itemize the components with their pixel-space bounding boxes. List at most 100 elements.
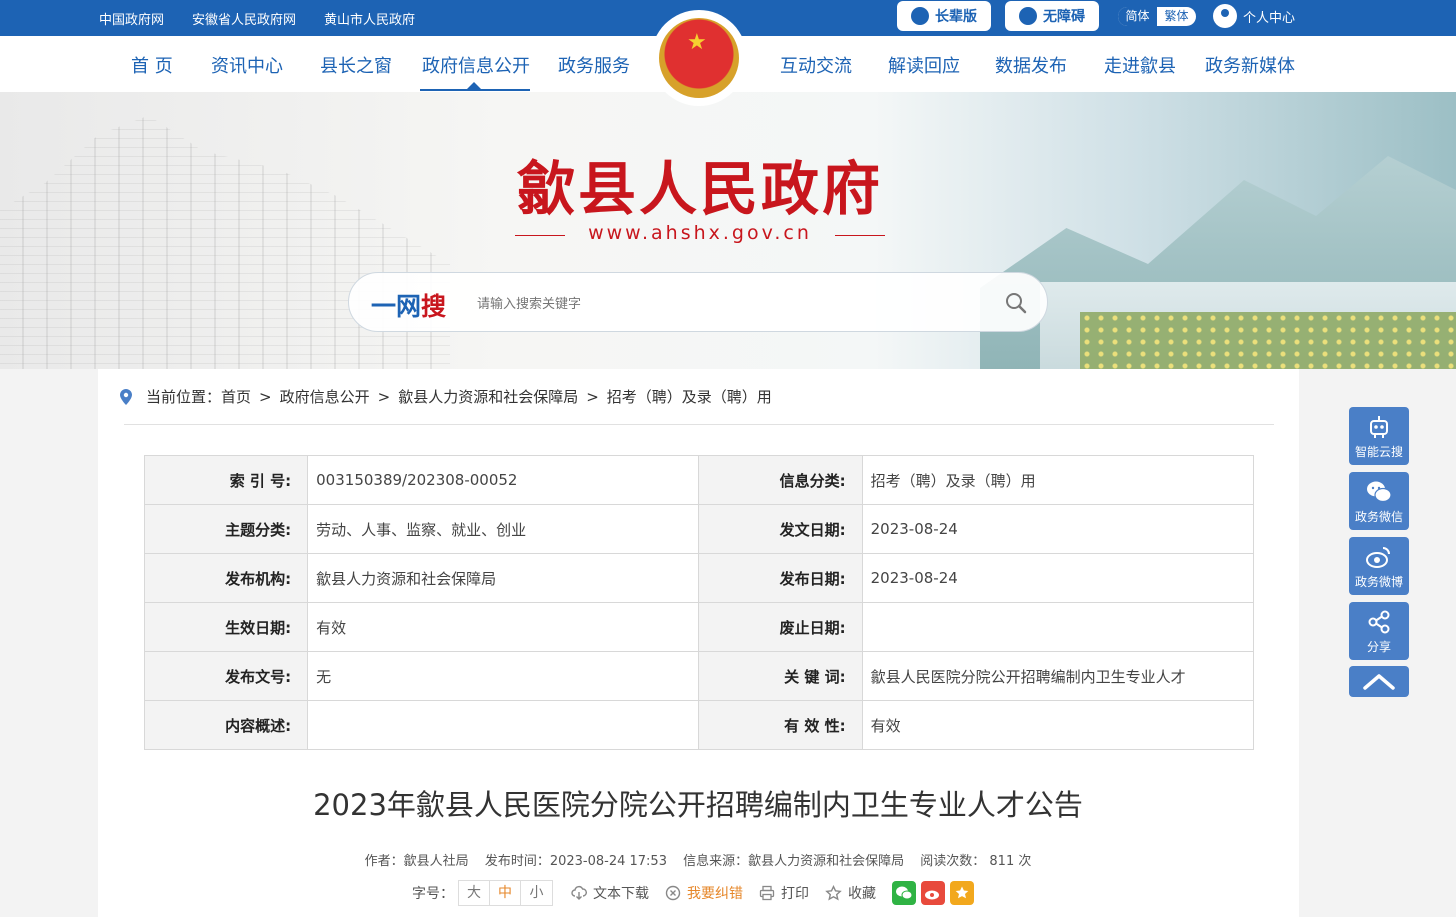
font-size-medium[interactable]: 中 bbox=[490, 881, 521, 905]
share-button[interactable]: 分享 bbox=[1349, 602, 1409, 660]
qzone-share-icon[interactable] bbox=[950, 881, 974, 905]
flower-field-illustration bbox=[1080, 312, 1456, 369]
meta-key: 废止日期: bbox=[698, 602, 863, 652]
search-logo: 一网搜 bbox=[371, 287, 446, 323]
robot-icon bbox=[1370, 416, 1388, 438]
weibo-label: 政务微博 bbox=[1354, 575, 1403, 589]
nav-county-head[interactable]: 县长之窗 bbox=[320, 52, 392, 78]
breadcrumb-recruitment[interactable]: 招考（聘）及录（聘）用 bbox=[607, 386, 772, 407]
national-emblem bbox=[651, 10, 747, 106]
favorite-button[interactable]: 收藏 bbox=[825, 883, 876, 903]
article-title: 2023年歙县人民医院分院公开招聘编制内卫生专业人才公告 bbox=[313, 788, 1083, 822]
print-label: 打印 bbox=[781, 886, 809, 902]
breadcrumb-separator: > bbox=[259, 387, 272, 406]
meta-value: 003150389/202308-00052 bbox=[307, 455, 700, 505]
smart-search-label: 智能云搜 bbox=[1354, 445, 1403, 459]
correction-button[interactable]: 我要纠错 bbox=[665, 883, 743, 903]
search-box: 一网搜 bbox=[348, 272, 1048, 332]
meta-value: 有效 bbox=[861, 700, 1255, 750]
favorite-label: 收藏 bbox=[848, 886, 876, 902]
breadcrumb-label: 当前位置： bbox=[146, 388, 222, 406]
breadcrumb-home[interactable]: 首页 bbox=[221, 386, 251, 407]
nav-about[interactable]: 走进歙县 bbox=[1104, 52, 1176, 78]
wechat-label: 政务微信 bbox=[1354, 510, 1403, 524]
meta-key: 发布机构: bbox=[143, 553, 309, 603]
elder-mode-label: 长辈版 bbox=[935, 9, 977, 25]
user-icon bbox=[1213, 4, 1237, 28]
table-row: 主题分类: 劳动、人事、监察、就业、创业 发文日期: 2023-08-24 bbox=[143, 504, 1255, 554]
meta-value: 歙县人力资源和社会保障局 bbox=[307, 553, 700, 603]
elder-mode-button[interactable]: 长辈版 bbox=[897, 1, 991, 31]
accessibility-button[interactable]: 无障碍 bbox=[1005, 1, 1099, 31]
breadcrumb-separator: > bbox=[377, 387, 391, 406]
table-row: 发布机构: 歙县人力资源和社会保障局 发布日期: 2023-08-24 bbox=[143, 553, 1255, 603]
user-center-label: 个人中心 bbox=[1243, 10, 1296, 26]
location-pin-icon bbox=[120, 388, 132, 405]
meta-key: 关 键 词: bbox=[698, 651, 863, 701]
search-input[interactable] bbox=[477, 293, 977, 315]
lang-simplified[interactable]: 简体 bbox=[1118, 7, 1157, 26]
weibo-icon bbox=[1366, 547, 1390, 568]
font-size-label: 字号： bbox=[412, 886, 454, 902]
nav-data[interactable]: 数据发布 bbox=[995, 52, 1067, 78]
breadcrumb: 当前位置： 首页 > 政府信息公开 > 歙县人力资源和社会保障局 > 招考（聘）… bbox=[120, 386, 772, 407]
link-huangshan-gov[interactable]: 黄山市人民政府 bbox=[324, 9, 415, 28]
star-outline-icon bbox=[825, 884, 842, 900]
article-toolbar: 字号： 大 中 小 文本下载 我要纠错 打印 收藏 bbox=[412, 880, 979, 906]
document-metadata-table: 索 引 号: 003150389/202308-00052 信息分类: 招考（聘… bbox=[143, 455, 1255, 750]
smart-search-button[interactable]: 智能云搜 bbox=[1349, 407, 1409, 465]
table-row: 索 引 号: 003150389/202308-00052 信息分类: 招考（聘… bbox=[143, 455, 1255, 505]
wechat-button[interactable]: 政务微信 bbox=[1349, 472, 1409, 530]
nav-home[interactable]: 首 页 bbox=[131, 52, 173, 78]
print-button[interactable]: 打印 bbox=[759, 883, 809, 903]
font-size-switch: 大 中 小 bbox=[458, 880, 553, 906]
accessibility-label: 无障碍 bbox=[1043, 9, 1085, 25]
top-links: 中国政府网 安徽省人民政府网 黄山市人民政府 bbox=[99, 9, 415, 28]
nav-active-indicator bbox=[467, 82, 481, 89]
meta-value: 无 bbox=[307, 651, 700, 701]
site-title: 歙县人民政府 bbox=[516, 155, 883, 223]
download-button[interactable]: 文本下载 bbox=[571, 883, 649, 903]
wechat-share-icon[interactable] bbox=[892, 881, 916, 905]
meta-value: 2023-08-24 bbox=[861, 553, 1255, 603]
weibo-button[interactable]: 政务微博 bbox=[1349, 537, 1409, 595]
meta-key: 主题分类: bbox=[143, 504, 309, 554]
download-label: 文本下载 bbox=[593, 886, 649, 902]
article-publish-time: 发布时间：2023-08-24 17:53 bbox=[484, 854, 667, 869]
nav-new-media[interactable]: 政务新媒体 bbox=[1205, 52, 1295, 78]
lang-traditional[interactable]: 繁体 bbox=[1157, 7, 1196, 26]
printer-icon bbox=[759, 885, 775, 901]
link-gov-cn[interactable]: 中国政府网 bbox=[99, 9, 164, 28]
meta-key: 发布日期: bbox=[698, 553, 863, 603]
breadcrumb-hr-bureau[interactable]: 歙县人力资源和社会保障局 bbox=[398, 386, 578, 407]
breadcrumb-info-disclosure[interactable]: 政府信息公开 bbox=[280, 386, 370, 407]
font-size-large[interactable]: 大 bbox=[459, 881, 490, 905]
nav-interaction[interactable]: 互动交流 bbox=[780, 52, 852, 78]
table-row: 内容概述: 有 效 性: 有效 bbox=[143, 700, 1255, 750]
wheelchair-icon bbox=[1019, 7, 1037, 25]
font-size-small[interactable]: 小 bbox=[521, 881, 552, 905]
nav-info-disclosure[interactable]: 政府信息公开 bbox=[422, 52, 530, 78]
weibo-share-icon[interactable] bbox=[921, 881, 945, 905]
site-url: www.ahshx.gov.cn bbox=[515, 222, 885, 244]
meta-value: 2023-08-24 bbox=[861, 504, 1255, 554]
meta-key: 生效日期: bbox=[143, 602, 309, 652]
meta-key: 索 引 号: bbox=[143, 455, 309, 505]
share-label: 分享 bbox=[1366, 640, 1391, 654]
user-center-link[interactable]: 个人中心 bbox=[1213, 4, 1295, 28]
meta-key: 有 效 性: bbox=[698, 700, 863, 750]
share-icon bbox=[1368, 610, 1390, 634]
search-icon[interactable] bbox=[1004, 291, 1028, 315]
nav-services[interactable]: 政务服务 bbox=[558, 52, 630, 78]
meta-value bbox=[861, 602, 1255, 652]
divider bbox=[124, 424, 1274, 425]
nav-news[interactable]: 资讯中心 bbox=[211, 52, 283, 78]
elder-icon bbox=[911, 7, 929, 25]
nav-interpretation[interactable]: 解读回应 bbox=[888, 52, 960, 78]
search-logo-part2: 搜 bbox=[421, 292, 447, 321]
language-switch: 简体 繁体 bbox=[1118, 7, 1196, 26]
header-banner: 歙县人民政府 www.ahshx.gov.cn 一网搜 bbox=[0, 92, 1456, 369]
link-anhui-gov[interactable]: 安徽省人民政府网 bbox=[192, 9, 296, 28]
search-logo-part1: 一网 bbox=[371, 292, 422, 321]
back-to-top-button[interactable] bbox=[1349, 666, 1409, 697]
